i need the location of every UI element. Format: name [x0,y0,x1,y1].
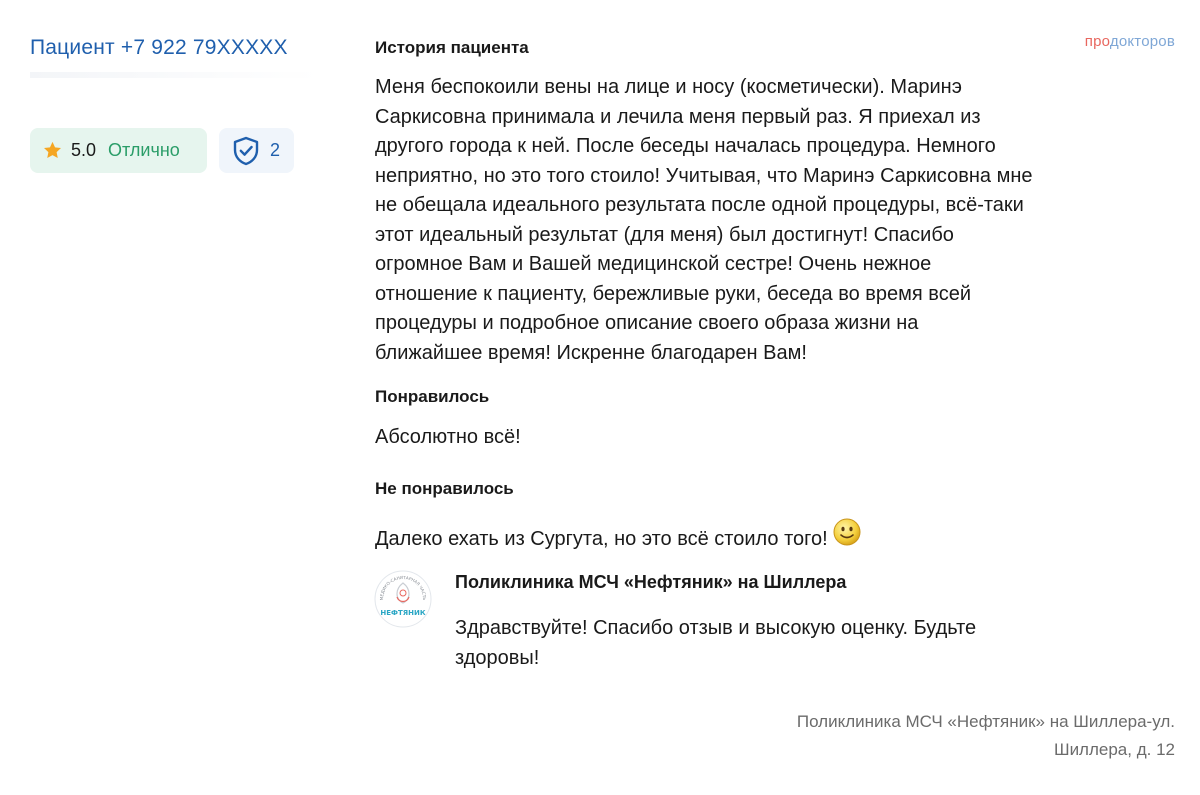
history-line: огромное Вам и Вашей медицинской сестре!… [375,253,932,275]
disliked-text: Далеко ехать из Сургута, но это всё стои… [375,528,828,550]
reply-line: здоровы! [455,646,540,669]
history-line: ближайшее время! Искренне благодарен Вам… [375,341,807,364]
verified-badge[interactable]: 2 [219,128,294,173]
shield-check-icon [233,136,259,165]
history-line: процедуры и подробное описание своего об… [375,312,919,334]
liked-text: Абсолютно всё! [375,426,521,448]
rating-badge: 5.0 Отлично [30,128,207,173]
history-line: этот идеальный результат (для меня) был … [375,223,954,246]
clinic-logo: МЕДИКО-САНИТАРНАЯ ЧАСТЬ НЕФТЯНИК [373,569,433,629]
reply-line: Здравствуйте! Спасибо отзыв и высокую оц… [455,617,977,639]
address-line: Шиллера, д. 12 [1053,740,1175,759]
reply-text: Здравствуйте! Спасибо отзыв и высокую оц… [455,614,1155,673]
patient-name-link[interactable]: Пациент +7 922 79XXXXX [30,36,288,60]
history-title: История пациента [375,38,529,57]
star-icon [44,141,61,159]
clinic-logo-text: НЕФТЯНИК [380,609,425,617]
clinic-logo-icon: МЕДИКО-САНИТАРНАЯ ЧАСТЬ НЕФТЯНИК [374,570,432,628]
disliked-title: Не понравилось [375,479,514,498]
verified-count: 2 [270,140,281,160]
history-line: другого города к ней. После беседы начал… [375,135,996,157]
history-line: отношение к пациенту, бережливые руки, б… [375,282,972,305]
disliked-row: Далеко ехать из Сургута, но это всё стои… [375,517,862,555]
reply-author: Поликлиника МСЧ «Нефтяник» на Шиллера [455,572,847,592]
rating-label: Отлично [108,140,180,160]
history-line: Саркисовна принимала и лечила меня первы… [375,105,981,128]
history-line: неприятно, но это того стоило! Учитывая,… [375,164,1033,187]
smiley-icon [833,518,861,546]
history-text: Меня беспокоили вены на лице и носу (кос… [375,73,1033,368]
liked-title: Понравилось [375,387,490,406]
address-line: Поликлиника МСЧ «Нефтяник» на Шиллера-ул… [796,712,1175,731]
clinic-address: Поликлиника МСЧ «Нефтяник» на Шиллера-ул… [675,708,1175,764]
patient-meta-placeholder [30,72,320,78]
rating-score: 5.0 [71,140,97,160]
history-line: Меня беспокоили вены на лице и носу (кос… [375,76,962,98]
history-line: не обещала идеального результата после о… [375,194,1024,216]
prodoctorov-logo: продокторов [1085,33,1175,50]
brand-part-1: про [1084,33,1110,50]
brand-part-2: докторов [1109,33,1175,50]
